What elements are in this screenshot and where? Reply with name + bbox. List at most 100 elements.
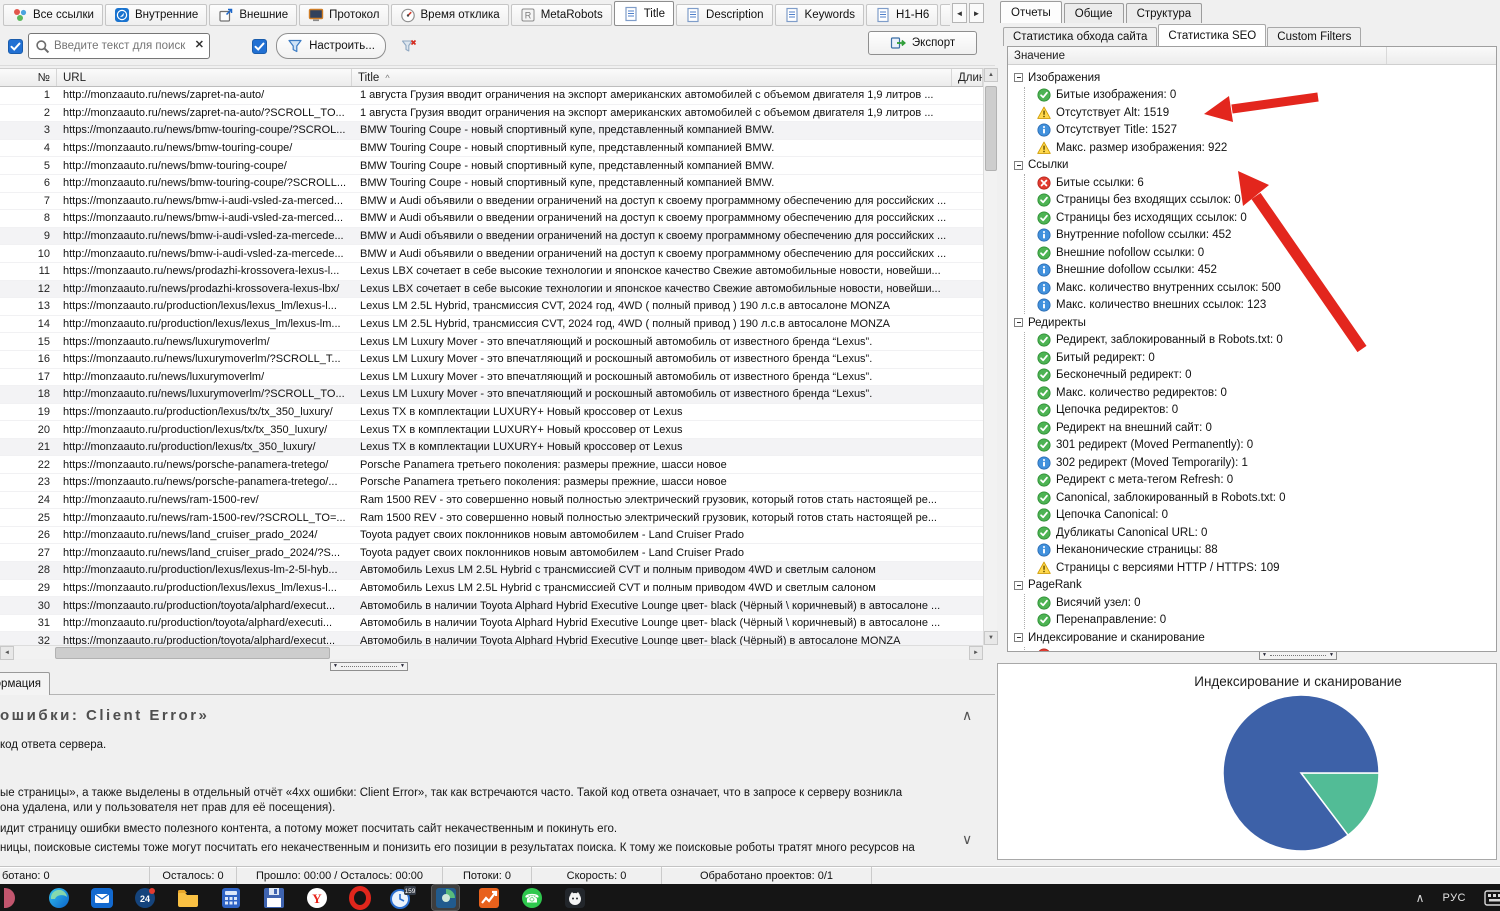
table-row[interactable]: 31http://monzaauto.ru/production/toyota/…	[0, 615, 983, 633]
tree-item[interactable]: Неканонические страницы: 88	[1025, 542, 1496, 560]
splitter-handle[interactable]: ▼▼	[1259, 651, 1337, 660]
scroll-left-icon[interactable]: ◄	[0, 646, 14, 660]
tree-item[interactable]: Дубликаты Canonical URL: 0	[1025, 524, 1496, 542]
table-row[interactable]: 7https://monzaauto.ru/news/bmw-i-audi-vs…	[0, 193, 983, 211]
collapse-icon[interactable]	[1014, 73, 1023, 82]
tree-item[interactable]: 301 редирект (Moved Permanently): 0	[1025, 437, 1496, 455]
table-row[interactable]: 32https://monzaauto.ru/production/toyota…	[0, 632, 983, 645]
tree-item[interactable]: Макс. количество редиректов: 0	[1025, 384, 1496, 402]
splitter-handle[interactable]: ▼▼	[330, 662, 408, 671]
table-row[interactable]: 10http://monzaauto.ru/news/bmw-i-audi-vs…	[0, 245, 983, 263]
edge-icon[interactable]	[45, 885, 72, 910]
table-horizontal-scrollbar[interactable]: ◄ ►	[0, 645, 983, 659]
column-header-length[interactable]: Длин	[952, 69, 983, 86]
tree-item[interactable]: Редирект с мета-тегом Refresh: 0	[1025, 472, 1496, 490]
yandex-icon[interactable]: Y	[303, 885, 330, 910]
toolbar-tab[interactable]: Все ссылки	[3, 4, 103, 26]
toolbar-tab[interactable]: Description	[676, 4, 773, 26]
tree-item[interactable]: Битый редирект: 0	[1025, 349, 1496, 367]
table-row[interactable]: 6http://monzaauto.ru/news/bmw-touring-co…	[0, 175, 983, 193]
floppy-icon[interactable]	[260, 885, 287, 910]
table-row[interactable]: 25http://monzaauto.ru/news/ram-1500-rev/…	[0, 509, 983, 527]
table-row[interactable]: 30https://monzaauto.ru/production/toyota…	[0, 597, 983, 615]
tree-item[interactable]: Редирект на внешний сайт: 0	[1025, 419, 1496, 437]
collapse-icon[interactable]	[1014, 581, 1023, 590]
table-row[interactable]: 8https://monzaauto.ru/news/bmw-i-audi-vs…	[0, 210, 983, 228]
table-row[interactable]: 2http://monzaauto.ru/news/zapret-na-auto…	[0, 105, 983, 123]
table-row[interactable]: 27http://monzaauto.ru/news/land_cruiser_…	[0, 544, 983, 562]
column-header-title[interactable]: Title ^	[352, 69, 952, 86]
collapse-icon[interactable]	[1014, 318, 1023, 327]
toolbar-tab[interactable]: Время отклика	[391, 4, 509, 26]
tree-item[interactable]: Макс. количество внешних ссылок: 123	[1025, 297, 1496, 315]
whatsapp-icon[interactable]: ☎	[518, 885, 545, 910]
folder-icon[interactable]	[174, 885, 201, 910]
configure-filter-button[interactable]: Настроить...	[276, 33, 386, 59]
table-row[interactable]: 15https://monzaauto.ru/news/luxurymoverl…	[0, 333, 983, 351]
toolbar-tab[interactable]: Title	[614, 1, 674, 26]
table-row[interactable]: 9http://monzaauto.ru/news/bmw-i-audi-vsl…	[0, 228, 983, 246]
tabs-scroll-right-button[interactable]: ►	[969, 3, 984, 23]
filter-enabled-checkbox[interactable]	[252, 39, 267, 54]
table-row[interactable]: 26http://monzaauto.ru/news/land_cruiser_…	[0, 527, 983, 545]
tree-item[interactable]: Макс. размер изображения: 922	[1025, 139, 1496, 157]
mail-icon[interactable]	[88, 885, 115, 910]
tree-item[interactable]: Отсутствует Title: 1527	[1025, 122, 1496, 140]
table-row[interactable]: 24http://monzaauto.ru/news/ram-1500-rev/…	[0, 492, 983, 510]
column-header-number[interactable]: №	[0, 69, 57, 86]
tab-information[interactable]: ормация	[0, 672, 50, 695]
clear-filter-button[interactable]	[398, 35, 420, 57]
tree-item[interactable]: Внешние dofollow ссылки: 452	[1025, 262, 1496, 280]
hours-24-icon[interactable]: 24	[131, 885, 158, 910]
search-enabled-checkbox[interactable]	[8, 39, 23, 54]
table-row[interactable]: 22https://monzaauto.ru/news/porsche-pana…	[0, 456, 983, 474]
scroll-down-icon[interactable]: ∨	[962, 831, 972, 848]
table-row[interactable]: 5http://monzaauto.ru/news/bmw-touring-co…	[0, 157, 983, 175]
chart-app-icon[interactable]	[475, 885, 502, 910]
scroll-right-icon[interactable]: ►	[969, 646, 983, 660]
tree-item[interactable]: Перенаправление: 0	[1025, 612, 1496, 630]
opera-icon[interactable]	[346, 885, 373, 910]
table-row[interactable]: 1http://monzaauto.ru/news/zapret-na-auto…	[0, 87, 983, 105]
tree-group[interactable]: Изображения	[1014, 69, 1496, 87]
tree-item[interactable]: Отсутствует Alt: 1519	[1025, 104, 1496, 122]
right-panel-tab[interactable]: Отчеты	[1000, 1, 1062, 23]
tree-item[interactable]: Битые изображения: 0	[1025, 87, 1496, 105]
tree-item[interactable]: Страницы без исходящих ссылок: 0	[1025, 209, 1496, 227]
table-row[interactable]: 17http://monzaauto.ru/news/luxurymoverlm…	[0, 369, 983, 387]
table-row[interactable]: 18http://monzaauto.ru/news/luxurymoverlm…	[0, 386, 983, 404]
tray-expand-icon[interactable]: ∧	[1416, 891, 1425, 905]
toolbar-tab[interactable]: Протокол	[299, 4, 388, 26]
siteanalyzer-icon[interactable]	[432, 885, 459, 910]
table-row[interactable]: 28http://monzaauto.ru/production/lexus/l…	[0, 562, 983, 580]
clear-search-icon[interactable]: ✕	[195, 40, 204, 51]
toolbar-tab[interactable]: H1-H6	[866, 4, 938, 26]
tree-group[interactable]: PageRank	[1014, 577, 1496, 595]
table-row[interactable]: 29https://monzaauto.ru/production/lexus/…	[0, 580, 983, 598]
tree-item[interactable]	[1025, 647, 1496, 653]
tree-item[interactable]: Страницы без входящих ссылок: 0	[1025, 192, 1496, 210]
table-row[interactable]: 20http://monzaauto.ru/production/lexus/t…	[0, 421, 983, 439]
toolbar-tab[interactable]: Внутренние	[105, 4, 207, 26]
table-row[interactable]: 12http://monzaauto.ru/news/prodazhi-kros…	[0, 281, 983, 299]
table-row[interactable]: 23https://monzaauto.ru/news/porsche-pana…	[0, 474, 983, 492]
tree-item[interactable]: Внутренние nofollow ссылки: 452	[1025, 227, 1496, 245]
right-panel-tab[interactable]: Структура	[1126, 3, 1203, 23]
table-row[interactable]: 4https://monzaauto.ru/news/bmw-touring-c…	[0, 140, 983, 158]
statistics-subtab[interactable]: Статистика обхода сайта	[1003, 27, 1157, 46]
tree-group[interactable]: Редиректы	[1014, 314, 1496, 332]
language-indicator[interactable]: РУС	[1442, 892, 1466, 904]
table-row[interactable]: 11https://monzaauto.ru/news/prodazhi-kro…	[0, 263, 983, 281]
tree-group[interactable]: Индексирование и сканирование	[1014, 629, 1496, 647]
right-panel-tab[interactable]: Общие	[1064, 3, 1124, 23]
table-row[interactable]: 14http://monzaauto.ru/production/lexus/l…	[0, 316, 983, 334]
tree-item[interactable]: Внешние nofollow ссылки: 0	[1025, 244, 1496, 262]
table-row[interactable]: 13https://monzaauto.ru/production/lexus/…	[0, 298, 983, 316]
column-header-url[interactable]: URL	[57, 69, 352, 86]
collapse-icon[interactable]	[1014, 633, 1023, 642]
scroll-up-icon[interactable]: ▲	[984, 68, 998, 82]
vertical-scroll-thumb[interactable]	[985, 86, 997, 171]
scroll-down-icon[interactable]: ▼	[984, 631, 998, 645]
table-vertical-scrollbar[interactable]: ▲ ▼	[983, 68, 997, 645]
horizontal-scroll-thumb[interactable]	[55, 647, 330, 659]
